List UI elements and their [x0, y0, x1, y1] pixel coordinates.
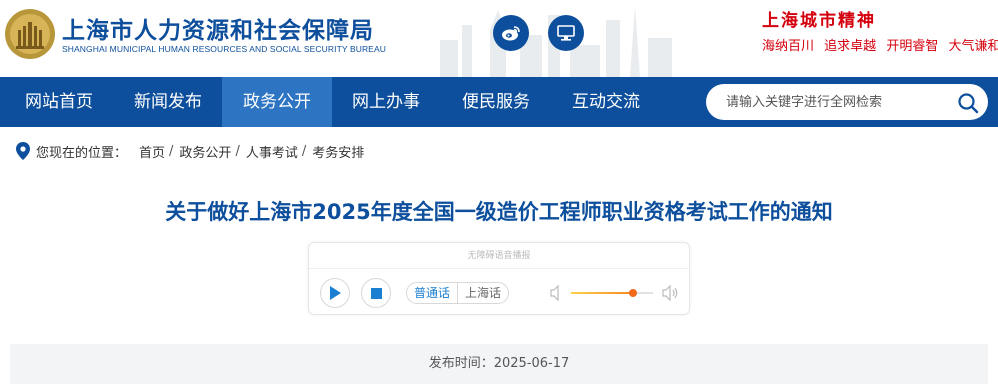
bureau-emblem-logo [5, 9, 55, 59]
language-option-mandarin[interactable]: 普通话 [407, 283, 459, 303]
breadcrumb: 您现在的位置： 首页 / 政务公开 / 人事考试 / 考务安排 [16, 140, 364, 162]
nav-item-home[interactable]: 网站首页 [4, 77, 114, 127]
spirit-phrase: 追求卓越 [824, 39, 877, 54]
nav-item-news[interactable]: 新闻发布 [113, 77, 223, 127]
breadcrumb-separator: / [235, 143, 240, 159]
breadcrumb-personnel-exams[interactable]: 人事考试 [246, 142, 298, 161]
audio-player: 无障碍语音播报 普通话 上海话 [308, 242, 690, 315]
breadcrumb-separator: / [169, 143, 174, 159]
desktop-site-button[interactable] [548, 15, 584, 51]
volume-fill [571, 292, 633, 294]
site-header: 上海市人力资源和社会保障局 SHANGHAI MUNICIPAL HUMAN R… [0, 0, 998, 77]
language-selector: 普通话 上海话 [406, 282, 510, 304]
city-spirit-phrases: 海纳百川 追求卓越 开明睿智 大气谦和 [762, 35, 998, 54]
breadcrumb-government-affairs[interactable]: 政务公开 [179, 142, 231, 161]
play-button[interactable] [320, 278, 350, 308]
nav-item-government-affairs[interactable]: 政务公开 [222, 77, 332, 127]
publish-time-label: 发布时间： [428, 356, 494, 371]
breadcrumb-separator: / [301, 143, 307, 159]
weibo-button[interactable] [493, 15, 529, 51]
search-icon[interactable] [957, 92, 979, 114]
nav-item-online-services[interactable]: 网上办事 [331, 77, 441, 127]
nav-item-interaction[interactable]: 互动交流 [551, 77, 661, 127]
breadcrumb-prefix: 您现在的位置： [36, 145, 128, 161]
computer-monitor-icon [557, 25, 575, 41]
site-search [706, 84, 988, 120]
volume-low-icon[interactable] [550, 285, 564, 301]
article-title: 关于做好上海市2025年度全国一级造价工程师职业资格考试工作的通知 [165, 200, 833, 224]
site-title[interactable]: 上海市人力资源和社会保障局 [62, 11, 374, 45]
search-input[interactable] [726, 84, 946, 120]
article-meta: 发布时间：2025-06-17 [10, 344, 988, 384]
volume-high-icon[interactable] [662, 285, 679, 301]
play-icon [330, 286, 341, 300]
location-pin-icon [16, 142, 30, 160]
site-subtitle: SHANGHAI MUNICIPAL HUMAN RESOURCES AND S… [62, 44, 386, 54]
stop-button[interactable] [361, 278, 391, 308]
volume-slider[interactable] [571, 289, 653, 297]
city-spirit-title: 上海城市精神 [762, 11, 876, 31]
spirit-phrase: 开明睿智 [886, 39, 939, 54]
language-option-shanghainese[interactable]: 上海话 [458, 283, 508, 303]
player-header: 无障碍语音播报 [309, 243, 689, 269]
breadcrumb-exam-arrangements[interactable]: 考务安排 [312, 142, 364, 161]
publish-date: 2025-06-17 [493, 356, 570, 371]
spirit-phrase: 海纳百川 [762, 39, 815, 54]
spirit-phrase: 大气谦和 [948, 39, 998, 54]
stop-icon [370, 287, 382, 299]
nav-item-public-services[interactable]: 便民服务 [441, 77, 551, 127]
weibo-icon [502, 26, 520, 41]
breadcrumb-home[interactable]: 首页 [139, 142, 165, 161]
volume-slider-handle[interactable] [628, 289, 637, 297]
